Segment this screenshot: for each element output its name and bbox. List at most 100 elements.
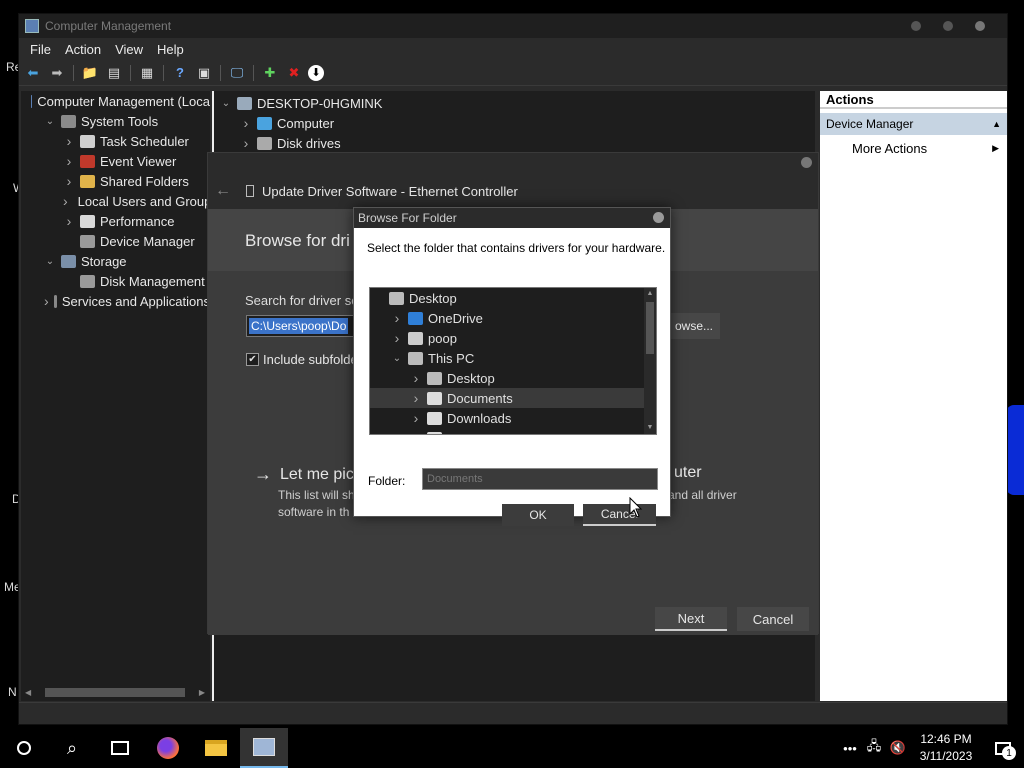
let-me-pick-link[interactable]: → Let me pic [254,464,354,485]
chevron-right-icon[interactable]: › [44,293,49,309]
chevron-down-icon[interactable]: ⌄ [220,98,232,109]
tree-item[interactable]: Computer Management (Loca [21,91,210,111]
next-button[interactable]: Next [655,607,727,631]
checkmark-icon[interactable]: ✔ [246,353,259,366]
vertical-scrollbar[interactable]: ▲ ▼ [644,288,656,434]
title-bar[interactable]: Computer Management [19,14,1007,38]
menu-view[interactable]: View [108,42,150,57]
network-icon[interactable]: 🖧 [862,737,886,759]
wizard-top-bar [208,153,818,173]
browse-cancel-button[interactable]: Cancel [583,504,656,526]
uninstall-x-icon[interactable]: ✖ [284,64,304,82]
folder-input[interactable]: Documents [422,468,658,490]
scrollbar-thumb[interactable] [45,687,185,697]
tree-item[interactable]: › OneDrive [370,308,656,328]
collapse-up-icon[interactable]: ▲ [992,119,1001,129]
tree-item[interactable]: › Shared Folders [21,171,210,191]
chevron-right-icon[interactable]: › [63,213,75,229]
folder-up-icon[interactable]: 📁 [80,64,100,82]
tree-item[interactable]: ⌄ DESKTOP-0HGMINK [214,93,815,113]
chevron-right-icon[interactable]: › [63,133,75,149]
forward-arrow-icon[interactable]: ➡ [47,64,67,82]
chevron-right-icon[interactable]: › [410,390,422,406]
tree-item[interactable]: › Downloads [370,408,656,428]
task-view-icon[interactable] [96,728,144,768]
horizontal-scrollbar[interactable]: ◀ ▶ [25,686,205,698]
more-actions-item[interactable]: More Actions ▶ [820,137,1007,159]
tree-item[interactable]: › Performance [21,211,210,231]
tree-item[interactable]: › Local Users and Group [21,191,210,211]
tree-item-label: Services and Applications [61,293,210,309]
tree-item-label: Desktop [447,370,495,386]
notification-center-icon[interactable]: 1 [982,728,1024,768]
chevron-right-icon[interactable]: › [240,135,252,151]
chevron-down-icon[interactable]: ⌄ [44,116,56,127]
tree-item[interactable]: › Desktop [370,368,656,388]
scroll-right-icon[interactable]: ▶ [199,688,205,697]
chevron-right-icon[interactable]: › [391,330,403,346]
tree-item[interactable]: Device Manager [21,231,210,251]
include-subfolders-checkbox[interactable]: ✔ Include subfolde [246,352,358,367]
tree-item[interactable]: ›M [370,428,656,434]
export-list-icon[interactable]: ▦ [137,64,157,82]
scroll-left-icon[interactable]: ◀ [25,688,31,697]
tree-item[interactable]: Disk Management [21,271,210,291]
folder-tree[interactable]: Desktop › OneDrive › poop ⌄ This PC › Desktop › Do… [369,287,657,435]
back-arrow-icon[interactable]: ← [210,182,236,200]
chevron-right-icon[interactable]: › [410,370,422,386]
computer-management-icon[interactable] [240,728,288,768]
ok-button[interactable]: OK [502,504,574,526]
actions-device-manager[interactable]: Device Manager ▲ [820,113,1007,135]
tree-item[interactable]: › Event Viewer [21,151,210,171]
tree-item[interactable]: › Services and Applications [21,291,210,311]
wizard-close-button[interactable] [801,157,812,168]
chevron-right-icon[interactable]: › [63,173,75,189]
menu-file[interactable]: File [23,42,58,57]
close-button[interactable] [975,21,985,31]
maximize-button[interactable] [943,21,953,31]
firefox-icon[interactable] [144,728,192,768]
scrollbar-thumb[interactable] [646,302,654,354]
browse-button[interactable]: owse... [668,313,720,339]
tree-item[interactable]: ⌄ System Tools [21,111,210,131]
volume-muted-icon[interactable]: 🔇 [886,740,910,756]
browse-close-button[interactable] [653,212,664,223]
scroll-up-icon[interactable]: ▲ [644,288,656,300]
chevron-right-icon[interactable]: › [63,153,75,169]
overflow-dots-icon[interactable]: ••• [838,741,862,756]
console-tree-icon[interactable]: ▤ [104,64,124,82]
tree-item[interactable]: › Task Scheduler [21,131,210,151]
chevron-right-icon[interactable]: › [410,430,422,434]
cortana-circle-icon[interactable] [0,728,48,768]
scroll-down-icon[interactable]: ▼ [644,422,656,434]
search-icon[interactable]: ⌕ [48,728,96,768]
file-explorer-icon[interactable] [192,728,240,768]
back-arrow-icon[interactable]: ⬅ [23,64,43,82]
tree-item[interactable]: › Disk drives [214,133,815,153]
menu-help[interactable]: Help [150,42,191,57]
clock[interactable]: 12:46 PM 3/11/2023 [910,731,982,765]
tree-item[interactable]: › Computer [214,113,815,133]
chevron-right-icon[interactable]: › [391,310,403,326]
browse-title-bar[interactable]: Browse For Folder [354,208,670,228]
tree-item[interactable]: ⌄ This PC [370,348,656,368]
add-driver-icon[interactable]: ✚ [260,64,280,82]
chevron-right-icon[interactable]: › [410,410,422,426]
chevron-right-icon[interactable]: › [63,193,68,209]
tree-item[interactable]: Desktop [370,288,656,308]
properties-icon[interactable]: ▣ [194,64,214,82]
monitor-icon[interactable]: 🖵 [227,64,247,82]
chevron-down-icon[interactable]: ⌄ [391,353,403,364]
minimize-button[interactable] [911,21,921,31]
tree-item[interactable]: › poop [370,328,656,348]
tree-item[interactable]: › Documents [370,388,656,408]
help-icon[interactable]: ? [170,64,190,82]
tree-item[interactable]: ⌄ Storage [21,251,210,271]
chevron-right-icon[interactable]: › [240,115,252,131]
wizard-cancel-button[interactable]: Cancel [737,607,809,631]
driver-path-input[interactable]: C:\Users\poop\Do [246,315,356,337]
chevron-down-icon[interactable]: ⌄ [44,256,56,267]
pc-icon [408,351,423,365]
download-icon[interactable]: ⬇ [308,64,324,81]
menu-action[interactable]: Action [58,42,108,57]
